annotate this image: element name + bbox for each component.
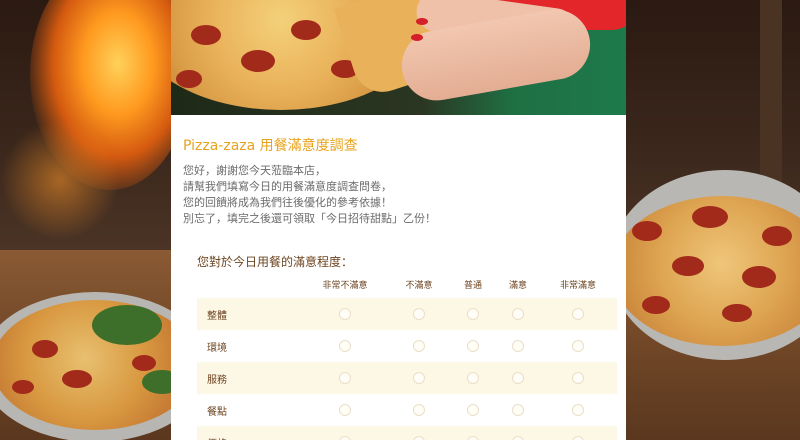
intro-line: 您好，謝謝您今天蒞臨本店， <box>183 164 326 177</box>
radio-neutral[interactable] <box>467 372 479 384</box>
question-label: 您對於今日用餐的滿意程度： <box>197 255 354 269</box>
hero-image <box>171 0 626 115</box>
survey-intro: 您好，謝謝您今天蒞臨本店， 請幫我們填寫今日的用餐滿意度調查問卷， 您的回饋將成… <box>183 163 626 227</box>
column-header: 普通 <box>463 281 483 291</box>
pizza-left <box>0 300 198 430</box>
row-label: 整體 <box>207 311 227 322</box>
column-header: 非常不滿意 <box>322 281 368 291</box>
radio-dissatisfied[interactable] <box>413 372 425 384</box>
radio-satisfied[interactable] <box>512 308 524 320</box>
radio-very-dissatisfied[interactable] <box>339 308 351 320</box>
radio-satisfied[interactable] <box>512 436 524 440</box>
intro-line: 您的回饋將成為我們往後優化的參考依據！ <box>183 196 392 209</box>
radio-very-satisfied[interactable] <box>572 372 584 384</box>
matrix-row-service: 服務 <box>197 362 617 394</box>
column-header: 非常滿意 <box>559 281 597 291</box>
row-label: 價格 <box>207 435 227 440</box>
radio-neutral[interactable] <box>467 340 479 352</box>
column-header: 滿意 <box>508 281 528 291</box>
radio-very-dissatisfied[interactable] <box>339 436 351 440</box>
radio-neutral[interactable] <box>467 404 479 416</box>
rating-matrix: 非常不滿意 不滿意 普通 滿意 非常滿意 整體 環境 服務 餐點 <box>197 270 617 440</box>
row-label: 餐點 <box>207 407 227 418</box>
intro-line: 別忘了，填完之後還可領取「今日招待甜點」乙份！ <box>183 212 436 225</box>
wooden-post <box>760 0 782 200</box>
survey-title: Pizza-zaza 用餐滿意度調查 <box>183 138 358 154</box>
radio-very-dissatisfied[interactable] <box>339 340 351 352</box>
radio-very-dissatisfied[interactable] <box>339 372 351 384</box>
oven-glow <box>0 120 120 240</box>
matrix-row-overall: 整體 <box>197 298 617 330</box>
radio-satisfied[interactable] <box>512 404 524 416</box>
row-label: 服務 <box>207 375 227 386</box>
radio-dissatisfied[interactable] <box>413 404 425 416</box>
radio-very-satisfied[interactable] <box>572 436 584 440</box>
matrix-header: 非常不滿意 不滿意 普通 滿意 非常滿意 <box>197 270 617 298</box>
radio-very-dissatisfied[interactable] <box>339 404 351 416</box>
radio-dissatisfied[interactable] <box>413 308 425 320</box>
radio-neutral[interactable] <box>467 308 479 320</box>
intro-line: 請幫我們填寫今日的用餐滿意度調查問卷， <box>183 180 392 193</box>
radio-very-satisfied[interactable] <box>572 340 584 352</box>
column-header: 不滿意 <box>405 281 433 291</box>
matrix-row-environment: 環境 <box>197 330 617 362</box>
radio-very-satisfied[interactable] <box>572 404 584 416</box>
survey-card: Pizza-zaza 用餐滿意度調查 您好，謝謝您今天蒞臨本店， 請幫我們填寫今… <box>171 0 626 440</box>
radio-neutral[interactable] <box>467 436 479 440</box>
matrix-row-price: 價格 <box>197 426 617 440</box>
survey-content: Pizza-zaza 用餐滿意度調查 您好，謝謝您今天蒞臨本店， 請幫我們填寫今… <box>171 115 626 270</box>
radio-satisfied[interactable] <box>512 372 524 384</box>
radio-satisfied[interactable] <box>512 340 524 352</box>
radio-dissatisfied[interactable] <box>413 340 425 352</box>
radio-very-satisfied[interactable] <box>572 308 584 320</box>
radio-dissatisfied[interactable] <box>413 436 425 440</box>
row-label: 環境 <box>207 343 227 354</box>
matrix-row-meal: 餐點 <box>197 394 617 426</box>
